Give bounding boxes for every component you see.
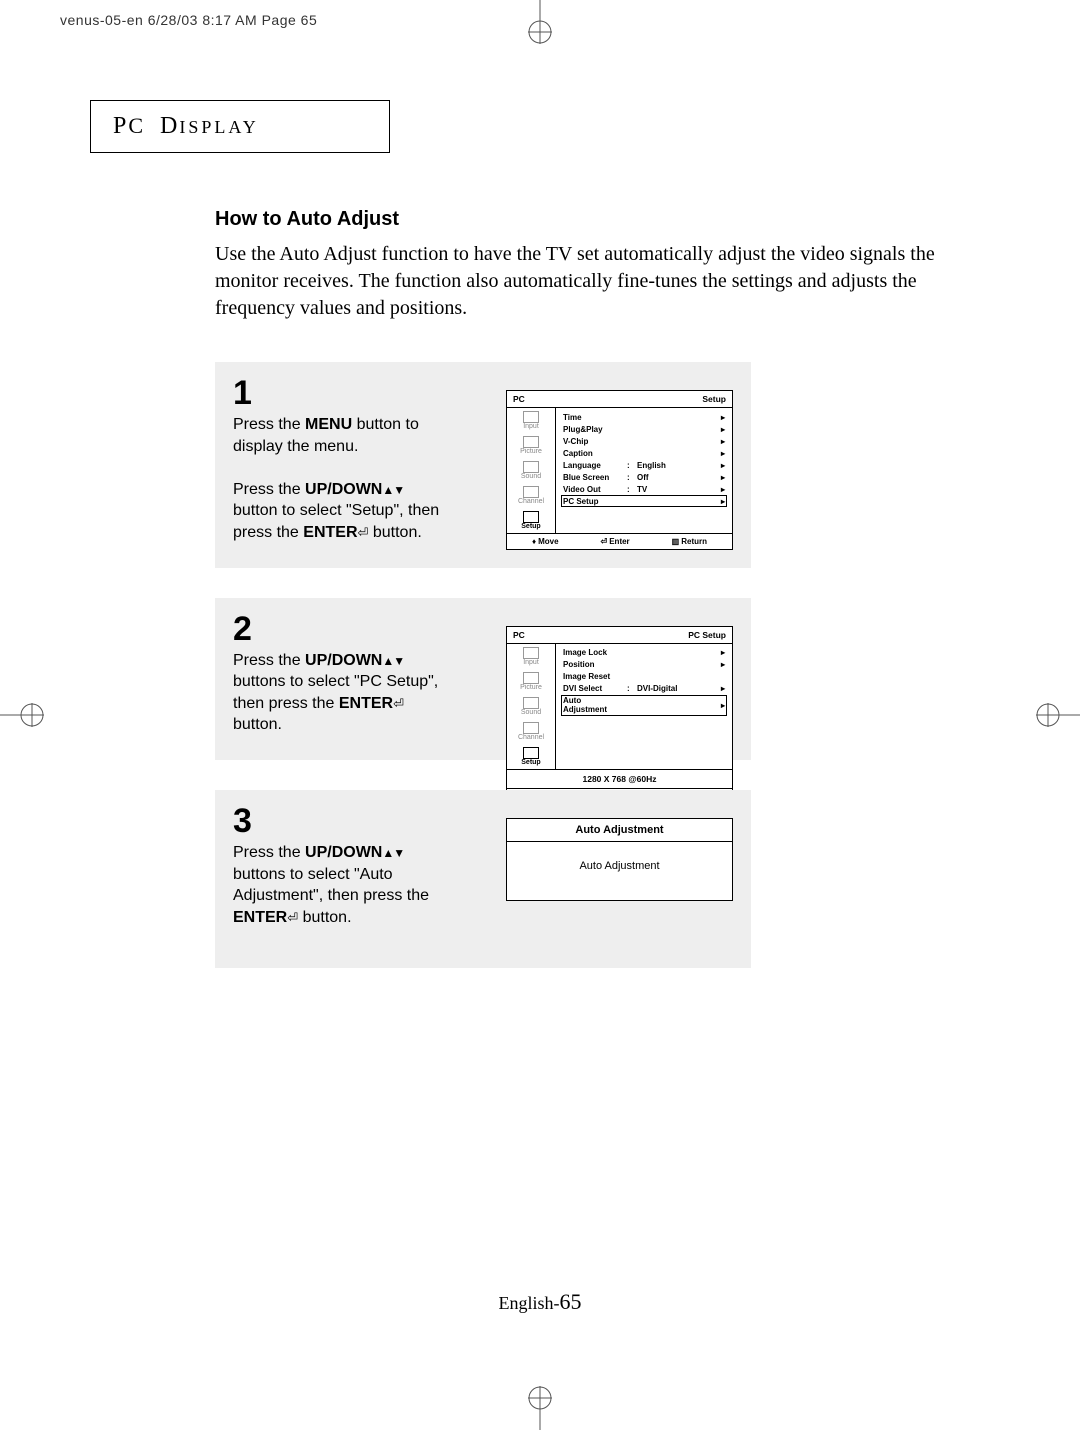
- input-icon: [523, 647, 539, 659]
- crop-mark-right: [1032, 695, 1080, 735]
- enter-icon: ⏎: [601, 537, 608, 546]
- step-1: 1 Press the MENU button to display the m…: [215, 362, 751, 568]
- caret-right-icon: ▸: [721, 473, 725, 482]
- setup-icon: [523, 511, 539, 523]
- dialog-body: Auto Adjustment: [507, 842, 732, 900]
- caret-right-icon: ▸: [721, 648, 725, 657]
- osd-row: Time▸: [561, 411, 727, 423]
- return-icon: ▥: [672, 537, 680, 546]
- crop-mark-top: [520, 0, 560, 48]
- osd-nav-picture: Picture: [507, 433, 555, 458]
- osd-nav-sound: Sound: [507, 458, 555, 483]
- step-2: 2 Press the UP/DOWN▲▼ buttons to select …: [215, 598, 751, 760]
- osd-setup-menu: PC Setup InputPictureSoundChannelSetup T…: [506, 390, 733, 550]
- caret-right-icon: ▸: [721, 461, 725, 470]
- move-icon: ♦: [532, 537, 536, 546]
- osd-pcsetup-menu: PC PC Setup InputPictureSoundChannelSetu…: [506, 626, 733, 805]
- osd-row: Video Out:TV▸: [561, 483, 727, 495]
- step-text: Press the UP/DOWN▲▼ buttons to select "A…: [233, 842, 443, 928]
- osd-row: V-Chip▸: [561, 435, 727, 447]
- auto-adjustment-dialog: Auto Adjustment Auto Adjustment: [506, 818, 733, 901]
- osd-nav-input: Input: [507, 408, 555, 433]
- crop-mark-left: [0, 695, 48, 735]
- osd-row: Caption▸: [561, 447, 727, 459]
- title-box: PC DISPLAY: [90, 100, 390, 153]
- setup-icon: [523, 747, 539, 759]
- osd-nav-channel: Channel: [507, 483, 555, 508]
- enter-icon: ⏎: [358, 525, 369, 540]
- osd-status: 1280 X 768 @60Hz: [507, 769, 732, 788]
- caret-right-icon: ▸: [721, 437, 725, 446]
- caret-right-icon: ▸: [721, 660, 725, 669]
- osd-header-right: PC Setup: [688, 630, 726, 640]
- caret-right-icon: ▸: [721, 701, 725, 710]
- enter-icon: ⏎: [393, 696, 404, 711]
- osd-row: Image Reset: [561, 671, 727, 683]
- osd-row: Image Lock▸: [561, 647, 727, 659]
- step-text: Press the UP/DOWN▲▼ buttons to select "P…: [233, 650, 443, 736]
- up-down-icon: ▲▼: [382, 846, 404, 860]
- osd-row: Plug&Play▸: [561, 423, 727, 435]
- page-content: PC DISPLAY How to Auto Adjust Use the Au…: [90, 100, 990, 998]
- osd-header-right: Setup: [702, 394, 726, 404]
- osd-nav-setup: Setup: [507, 508, 555, 533]
- caret-right-icon: ▸: [721, 413, 725, 422]
- osd-row: Position▸: [561, 659, 727, 671]
- osd-nav-channel: Channel: [507, 719, 555, 744]
- osd-nav: InputPictureSoundChannelSetup: [507, 408, 556, 533]
- page-footer: English-65: [0, 1289, 1080, 1315]
- picture-icon: [523, 672, 539, 684]
- step-text: Press the MENU button to display the men…: [233, 414, 443, 544]
- caret-right-icon: ▸: [721, 425, 725, 434]
- osd-footer: ♦Move ⏎Enter ▥Return: [507, 533, 732, 549]
- input-icon: [523, 411, 539, 423]
- picture-icon: [523, 436, 539, 448]
- dialog-title: Auto Adjustment: [507, 819, 732, 842]
- channel-icon: [523, 486, 539, 498]
- intro-text: Use the Auto Adjust function to have the…: [215, 241, 975, 322]
- osd-list: Time▸Plug&Play▸V-Chip▸Caption▸Language:E…: [556, 408, 732, 533]
- channel-icon: [523, 722, 539, 734]
- osd-nav-sound: Sound: [507, 694, 555, 719]
- caret-right-icon: ▸: [721, 449, 725, 458]
- osd-row: Language:English▸: [561, 459, 727, 471]
- up-down-icon: ▲▼: [382, 483, 404, 497]
- osd-nav: InputPictureSoundChannelSetup: [507, 644, 556, 769]
- step-3: 3 Press the UP/DOWN▲▼ buttons to select …: [215, 790, 751, 968]
- osd-nav-input: Input: [507, 644, 555, 669]
- caret-right-icon: ▸: [721, 497, 725, 506]
- caret-right-icon: ▸: [721, 684, 725, 693]
- up-down-icon: ▲▼: [382, 654, 404, 668]
- osd-nav-setup: Setup: [507, 744, 555, 769]
- sound-icon: [523, 461, 539, 473]
- crop-mark-bottom: [520, 1382, 560, 1430]
- print-header: venus-05-en 6/28/03 8:17 AM Page 65: [60, 12, 317, 28]
- osd-header-left: PC: [513, 630, 525, 640]
- osd-row: Blue Screen:Off▸: [561, 471, 727, 483]
- osd-nav-picture: Picture: [507, 669, 555, 694]
- osd-row: PC Setup▸: [561, 495, 727, 507]
- osd-row: DVI Select:DVI-Digital▸: [561, 683, 727, 695]
- osd-row: Auto Adjustment▸: [561, 695, 727, 716]
- osd-header-left: PC: [513, 394, 525, 404]
- caret-right-icon: ▸: [721, 485, 725, 494]
- osd-list: Image Lock▸Position▸Image ResetDVI Selec…: [556, 644, 732, 769]
- sound-icon: [523, 697, 539, 709]
- section-title: How to Auto Adjust: [215, 208, 990, 231]
- enter-icon: ⏎: [287, 910, 298, 925]
